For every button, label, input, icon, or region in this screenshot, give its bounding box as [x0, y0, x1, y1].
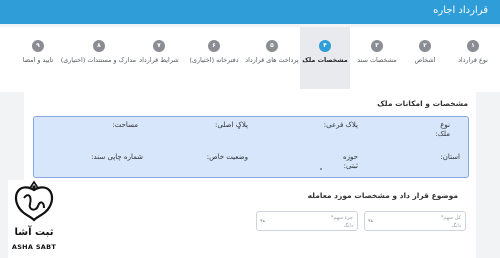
total-share-label: کل سهم* [440, 215, 461, 221]
print-number-label: شماره چاپی سند: [91, 153, 143, 161]
step-contract-type[interactable]: ۱ نوع قرارداد [448, 27, 498, 92]
total-share-input[interactable]: کل سهم* دانگ ▴▾ [364, 211, 466, 231]
province-label: استان: [440, 153, 460, 161]
step-notary-office[interactable]: ۶ دفترخانه (اختیاری) [186, 27, 242, 92]
logo-emblem-icon [14, 180, 54, 222]
partial-share-label: جزء سهم* [330, 215, 353, 221]
step-confirm-sign[interactable]: ۹ تایید و امضا [12, 27, 64, 92]
partial-share-unit: دانگ [343, 223, 353, 229]
step-number: ۹ [32, 40, 44, 52]
step-label: تایید و امضا [22, 56, 54, 64]
step-property-details[interactable]: ۴ مشخصات ملک [300, 27, 350, 92]
sub-plate-label: پلاک فرعی: [323, 121, 358, 129]
step-contract-payments[interactable]: ۵ پرداخت های قرارداد [244, 27, 300, 92]
step-document-details[interactable]: ۳ مشخصات سند [352, 27, 402, 92]
step-number: ۸ [93, 40, 105, 52]
step-number: ۵ [266, 40, 278, 52]
asha-sabt-logo: ثبت آشا ASHA SABT [8, 180, 60, 258]
area-label: مساحت: [112, 121, 138, 129]
property-info-box [33, 116, 469, 178]
main-plate-label: پلاک اصلی: [214, 121, 248, 129]
step-documents[interactable]: ۸ مدارک و مستندات (اختیاری) [61, 27, 136, 92]
step-persons[interactable]: ۲ اشخاص [402, 27, 448, 92]
logo-name-en: ASHA SABT [11, 243, 57, 251]
step-number: ۷ [153, 40, 165, 52]
partial-share-input[interactable]: جزء سهم* دانگ ▴▾ [256, 211, 358, 231]
step-number: ۳ [371, 40, 383, 52]
app-title: قرارداد اجاره [433, 5, 488, 16]
value-placeholder [320, 168, 322, 170]
step-number: ۱ [467, 40, 479, 52]
total-share-unit: دانگ [451, 223, 461, 229]
registry-district-label: حوزه ثبتی: [343, 153, 358, 170]
step-number: ۶ [208, 40, 220, 52]
step-contract-terms[interactable]: ۷ شرایط قرارداد [134, 27, 184, 92]
subject-section-title: موضوع قرار داد و مشخصات مورد معامله [307, 191, 458, 200]
step-label: پرداخت های قرارداد [245, 56, 299, 64]
property-section-title: مشخصات و امکانات ملک [377, 99, 468, 108]
stepper: ۱ نوع قرارداد ۲ اشخاص ۳ مشخصات سند ۴ مشخ… [0, 27, 500, 92]
special-status-label: وضعیت خاص: [206, 153, 248, 161]
property-type-label: نوع ملک: [435, 121, 450, 138]
step-label: شرایط قرارداد [139, 56, 179, 64]
app-header: قرارداد اجاره [0, 0, 500, 24]
stepper-arrows-icon[interactable]: ▴▾ [260, 218, 265, 224]
logo-name-fa: ثبت آشا [14, 227, 54, 238]
stepper-arrows-icon[interactable]: ▴▾ [368, 218, 373, 224]
step-label: دفترخانه (اختیاری) [189, 56, 239, 64]
step-number: ۲ [419, 40, 431, 52]
step-label: مدارک و مستندات (اختیاری) [60, 56, 136, 64]
step-number: ۴ [319, 40, 331, 52]
value-placeholder [238, 127, 240, 129]
